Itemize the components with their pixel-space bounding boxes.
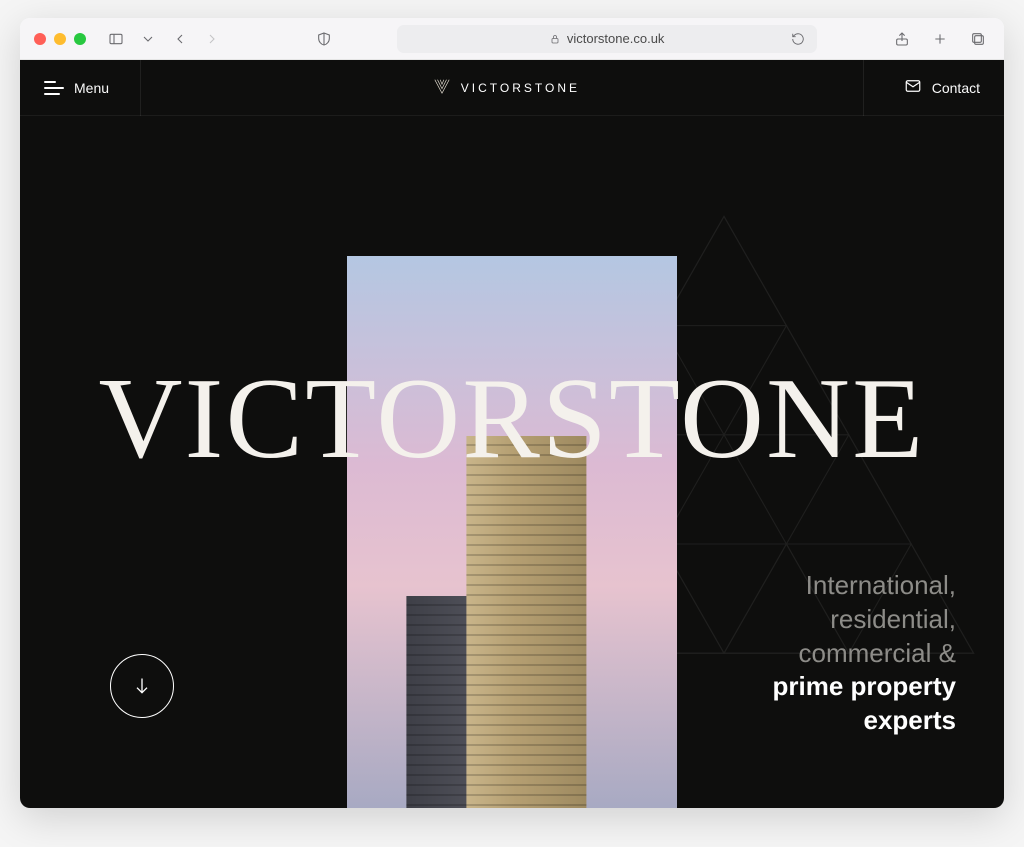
menu-button[interactable]: Menu: [44, 80, 109, 96]
forward-button[interactable]: [200, 27, 224, 51]
hero-tagline: International, residential, commercial &…: [773, 569, 957, 738]
new-tab-button[interactable]: [928, 27, 952, 51]
hero-title: VICTORSTONE: [20, 361, 1004, 477]
scroll-down-button[interactable]: [110, 654, 174, 718]
hero-image: [347, 256, 677, 808]
divider: [140, 60, 141, 116]
url-text: victorstone.co.uk: [567, 31, 665, 46]
logo-mark-icon: [433, 77, 451, 98]
browser-window: victorstone.co.uk Menu: [20, 18, 1004, 808]
share-button[interactable]: [890, 27, 914, 51]
divider: [863, 60, 864, 116]
window-controls: [34, 33, 86, 45]
chevron-down-icon[interactable]: [136, 27, 160, 51]
brand-name: VICTORSTONE: [461, 81, 580, 95]
sidebar-toggle-button[interactable]: [104, 27, 128, 51]
reload-button[interactable]: [791, 32, 805, 46]
privacy-shield-button[interactable]: [312, 27, 336, 51]
tagline-line: residential,: [773, 603, 957, 637]
browser-toolbar: victorstone.co.uk: [20, 18, 1004, 60]
mail-icon: [904, 77, 922, 98]
site-header: Menu VICTORSTONE Contact: [20, 60, 1004, 116]
tabs-overview-button[interactable]: [966, 27, 990, 51]
back-button[interactable]: [168, 27, 192, 51]
menu-label: Menu: [74, 80, 109, 96]
arrow-down-icon: [132, 675, 152, 697]
brand-logo[interactable]: VICTORSTONE: [433, 77, 580, 98]
lock-icon: [549, 33, 561, 45]
building-illustration: [406, 436, 626, 808]
hero-section: VICTORSTONE International, residential, …: [20, 116, 1004, 808]
page-content: Menu VICTORSTONE Contact: [20, 60, 1004, 808]
contact-button[interactable]: Contact: [904, 77, 980, 98]
window-zoom-button[interactable]: [74, 33, 86, 45]
address-bar[interactable]: victorstone.co.uk: [397, 25, 817, 53]
tagline-line: International,: [773, 569, 957, 603]
tagline-line: prime property: [773, 670, 957, 704]
window-close-button[interactable]: [34, 33, 46, 45]
hamburger-icon: [44, 81, 64, 95]
contact-label: Contact: [932, 80, 980, 96]
window-minimize-button[interactable]: [54, 33, 66, 45]
tagline-line: commercial &: [773, 637, 957, 671]
tagline-line: experts: [773, 704, 957, 738]
